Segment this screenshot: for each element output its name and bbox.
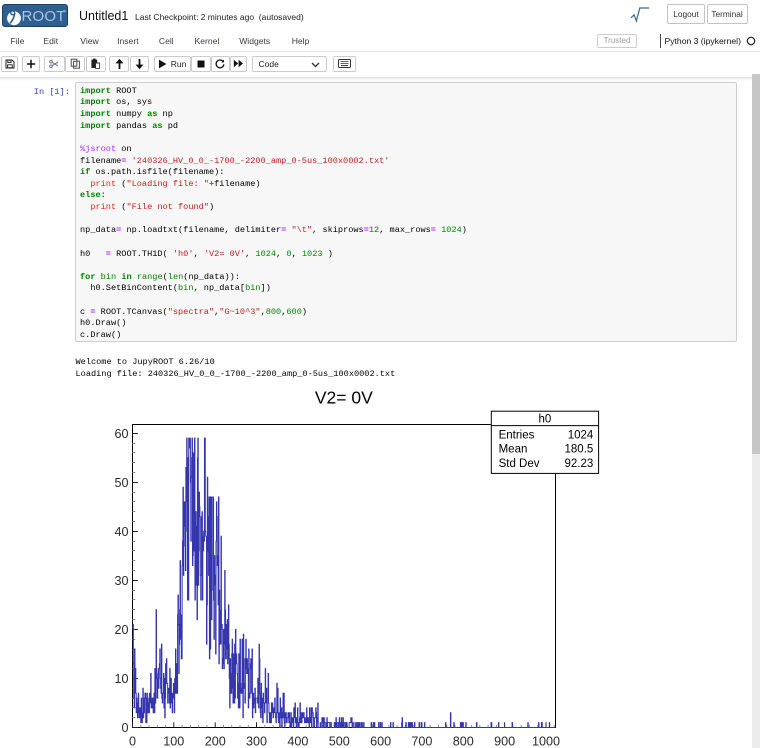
svg-text:20: 20 (114, 623, 128, 637)
svg-text:Std Dev: Std Dev (499, 458, 543, 470)
svg-text:60: 60 (114, 427, 128, 441)
svg-text:300: 300 (246, 735, 267, 748)
svg-text:92.23: 92.23 (565, 458, 594, 470)
svg-text:180.5: 180.5 (565, 444, 594, 456)
svg-text:0: 0 (121, 721, 128, 735)
svg-text:400: 400 (287, 735, 308, 748)
svg-text:600: 600 (370, 735, 391, 748)
svg-text:40: 40 (114, 525, 128, 539)
svg-text:800: 800 (453, 735, 474, 748)
svg-text:1024: 1024 (568, 430, 594, 442)
svg-text:500: 500 (329, 735, 350, 748)
svg-text:700: 700 (411, 735, 432, 748)
svg-text:ROOT: ROOT (22, 8, 66, 25)
svg-text:50: 50 (114, 476, 128, 490)
svg-text:Entries: Entries (499, 430, 538, 442)
svg-text:1000: 1000 (532, 735, 560, 748)
svg-text:10: 10 (114, 672, 128, 686)
svg-text:0: 0 (129, 735, 136, 748)
svg-text:h0: h0 (539, 413, 552, 425)
svg-text:900: 900 (494, 735, 515, 748)
svg-text:200: 200 (205, 735, 226, 748)
svg-text:100: 100 (163, 735, 184, 748)
svg-text:Mean: Mean (499, 444, 531, 456)
svg-text:V2= 0V: V2= 0V (315, 388, 373, 408)
svg-text:30: 30 (114, 574, 128, 588)
